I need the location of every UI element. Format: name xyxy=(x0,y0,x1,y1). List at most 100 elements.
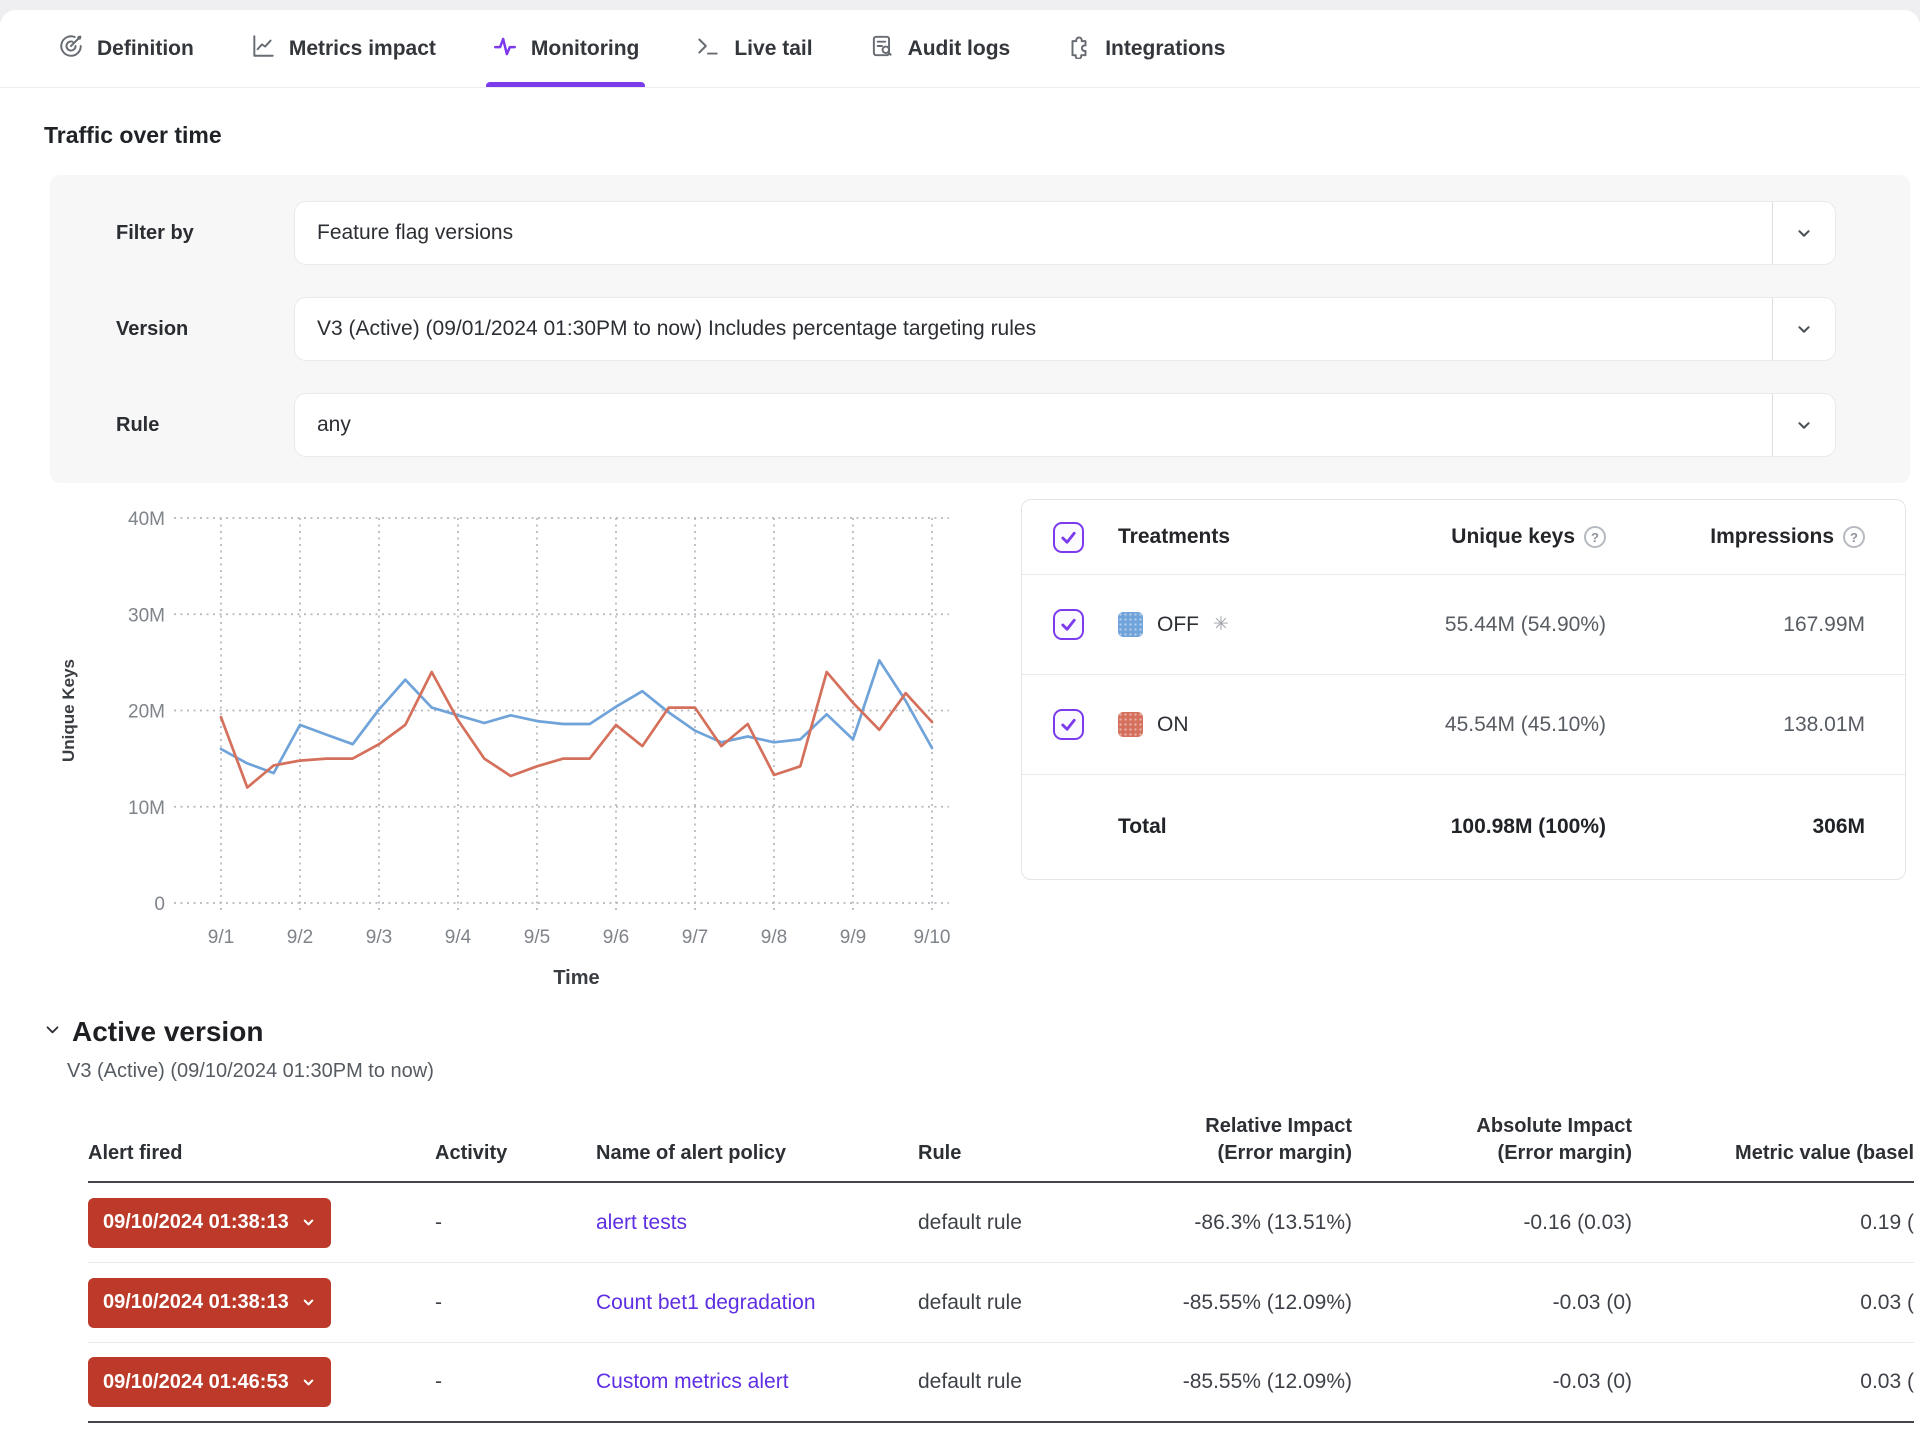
svg-text:9/9: 9/9 xyxy=(840,927,866,948)
off-color-swatch xyxy=(1118,612,1143,637)
treatment-name: OFF xyxy=(1157,613,1199,637)
version-value: V3 (Active) (09/01/2024 01:30PM to now) … xyxy=(295,317,1036,341)
col-absolute-impact: Absolute Impact (Error margin) xyxy=(1352,1113,1632,1167)
on-unique-keys: 45.54M (45.10%) xyxy=(1316,713,1606,737)
chevron-down-icon[interactable] xyxy=(1773,414,1835,436)
filter-row-filter-by: Filter by Feature flag versions xyxy=(50,201,1836,265)
alerts-table-header: Alert fired Activity Name of alert polic… xyxy=(88,1113,1914,1183)
metrics-impact-icon xyxy=(250,33,276,64)
off-impressions: 167.99M xyxy=(1606,613,1905,637)
select-all-checkbox[interactable] xyxy=(1053,522,1084,553)
tab-monitoring[interactable]: Monitoring xyxy=(492,10,639,87)
svg-text:40M: 40M xyxy=(128,509,165,530)
alert-row: 09/10/2024 01:46:53 - Custom metrics ale… xyxy=(88,1343,1914,1423)
treatments-header-row: Treatments Unique keys ? Impressions ? xyxy=(1022,500,1905,574)
alert-fired-badge[interactable]: 09/10/2024 01:46:53 xyxy=(88,1357,331,1407)
live-tail-icon xyxy=(695,33,721,64)
alert-absolute-impact: -0.03 (0) xyxy=(1352,1370,1632,1394)
tab-metrics-impact[interactable]: Metrics impact xyxy=(250,10,436,87)
on-impressions: 138.01M xyxy=(1606,713,1905,737)
svg-text:20M: 20M xyxy=(128,702,165,723)
tab-bar: Definition Metrics impact Monitoring Liv… xyxy=(0,10,1920,88)
alert-rule: default rule xyxy=(918,1370,1088,1394)
treatments-total-row: Total 100.98M (100%) 306M xyxy=(1022,774,1905,879)
alert-rule: default rule xyxy=(918,1291,1088,1315)
alert-metric-value: 0.03 ( xyxy=(1632,1291,1914,1315)
alert-fired-badge[interactable]: 09/10/2024 01:38:13 xyxy=(88,1278,331,1328)
tab-live-tail[interactable]: Live tail xyxy=(695,10,812,87)
tab-label: Audit logs xyxy=(908,37,1011,61)
svg-text:Unique Keys: Unique Keys xyxy=(59,659,78,762)
treatment-row-on: ON 45.54M (45.10%) 138.01M xyxy=(1022,674,1905,774)
traffic-line-chart: 010M20M30M40M9/19/29/39/49/59/69/79/89/9… xyxy=(44,498,974,998)
tab-label: Metrics impact xyxy=(289,37,436,61)
total-impressions: 306M xyxy=(1606,815,1905,839)
alert-rule: default rule xyxy=(918,1211,1088,1235)
alert-relative-impact: -86.3% (13.51%) xyxy=(1088,1211,1352,1235)
chevron-down-icon xyxy=(301,1215,316,1230)
chevron-down-icon[interactable] xyxy=(1773,318,1835,340)
col-policy: Name of alert policy xyxy=(596,1140,918,1167)
tab-definition[interactable]: Definition xyxy=(58,10,194,87)
active-version-title: Active version xyxy=(72,1016,263,1048)
on-color-swatch xyxy=(1118,712,1143,737)
on-checkbox[interactable] xyxy=(1053,709,1084,740)
alert-row: 09/10/2024 01:38:13 - Count bet1 degrada… xyxy=(88,1263,1914,1343)
rule-value: any xyxy=(295,413,351,437)
alert-fired-badge[interactable]: 09/10/2024 01:38:13 xyxy=(88,1198,331,1248)
impressions-column-header: Impressions ? xyxy=(1606,525,1905,549)
default-treatment-icon: ✳ xyxy=(1213,613,1229,636)
page-title: Traffic over time xyxy=(44,122,1920,149)
off-checkbox[interactable] xyxy=(1053,609,1084,640)
svg-text:9/4: 9/4 xyxy=(445,927,472,948)
alert-row: 09/10/2024 01:38:13 - alert tests defaul… xyxy=(88,1183,1914,1263)
monitoring-icon xyxy=(492,33,518,64)
tab-label: Definition xyxy=(97,37,194,61)
active-version-section: Active version V3 (Active) (09/10/2024 0… xyxy=(0,1016,1920,1083)
main-card: Definition Metrics impact Monitoring Liv… xyxy=(0,10,1920,1431)
svg-text:0: 0 xyxy=(154,894,165,915)
tab-audit-logs[interactable]: Audit logs xyxy=(869,10,1011,87)
active-version-subtitle: V3 (Active) (09/10/2024 01:30PM to now) xyxy=(67,1060,1920,1083)
svg-text:9/6: 9/6 xyxy=(603,927,629,948)
alert-relative-impact: -85.55% (12.09%) xyxy=(1088,1291,1352,1315)
alert-activity: - xyxy=(435,1370,596,1394)
integrations-icon xyxy=(1066,33,1092,64)
total-unique-keys: 100.98M (100%) xyxy=(1316,815,1606,839)
definition-icon xyxy=(58,33,84,64)
treatments-card: Treatments Unique keys ? Impressions ? O… xyxy=(1021,499,1906,880)
svg-text:9/1: 9/1 xyxy=(208,927,234,948)
filter-by-select[interactable]: Feature flag versions xyxy=(294,201,1836,265)
alert-policy-link[interactable]: Count bet1 degradation xyxy=(596,1291,816,1314)
chevron-down-icon[interactable] xyxy=(1773,222,1835,244)
svg-text:9/5: 9/5 xyxy=(524,927,550,948)
active-tab-underline xyxy=(486,82,645,87)
alert-policy-link[interactable]: Custom metrics alert xyxy=(596,1370,789,1393)
alerts-table: Alert fired Activity Name of alert polic… xyxy=(88,1113,1914,1423)
chevron-down-icon xyxy=(301,1295,316,1310)
chevron-down-icon xyxy=(301,1375,316,1390)
svg-text:Time: Time xyxy=(553,967,599,989)
alert-metric-value: 0.19 ( xyxy=(1632,1211,1914,1235)
svg-text:9/8: 9/8 xyxy=(761,927,787,948)
help-icon[interactable]: ? xyxy=(1843,526,1865,548)
svg-text:9/10: 9/10 xyxy=(914,927,951,948)
help-icon[interactable]: ? xyxy=(1584,526,1606,548)
version-select[interactable]: V3 (Active) (09/01/2024 01:30PM to now) … xyxy=(294,297,1836,361)
alert-metric-value: 0.03 ( xyxy=(1632,1370,1914,1394)
tab-label: Monitoring xyxy=(531,37,639,61)
alert-policy-link[interactable]: alert tests xyxy=(596,1211,687,1234)
filter-row-rule: Rule any xyxy=(50,393,1836,457)
svg-text:30M: 30M xyxy=(128,605,165,626)
unique-keys-column-header: Unique keys ? xyxy=(1316,525,1606,549)
tab-integrations[interactable]: Integrations xyxy=(1066,10,1225,87)
rule-label: Rule xyxy=(50,414,294,437)
treatment-row-off: OFF ✳ 55.44M (54.90%) 167.99M xyxy=(1022,574,1905,674)
active-version-toggle[interactable]: Active version xyxy=(44,1016,1920,1048)
rule-select[interactable]: any xyxy=(294,393,1836,457)
svg-text:10M: 10M xyxy=(128,798,165,819)
svg-text:9/3: 9/3 xyxy=(366,927,392,948)
alert-activity: - xyxy=(435,1291,596,1315)
alert-absolute-impact: -0.16 (0.03) xyxy=(1352,1211,1632,1235)
svg-text:9/7: 9/7 xyxy=(682,927,708,948)
